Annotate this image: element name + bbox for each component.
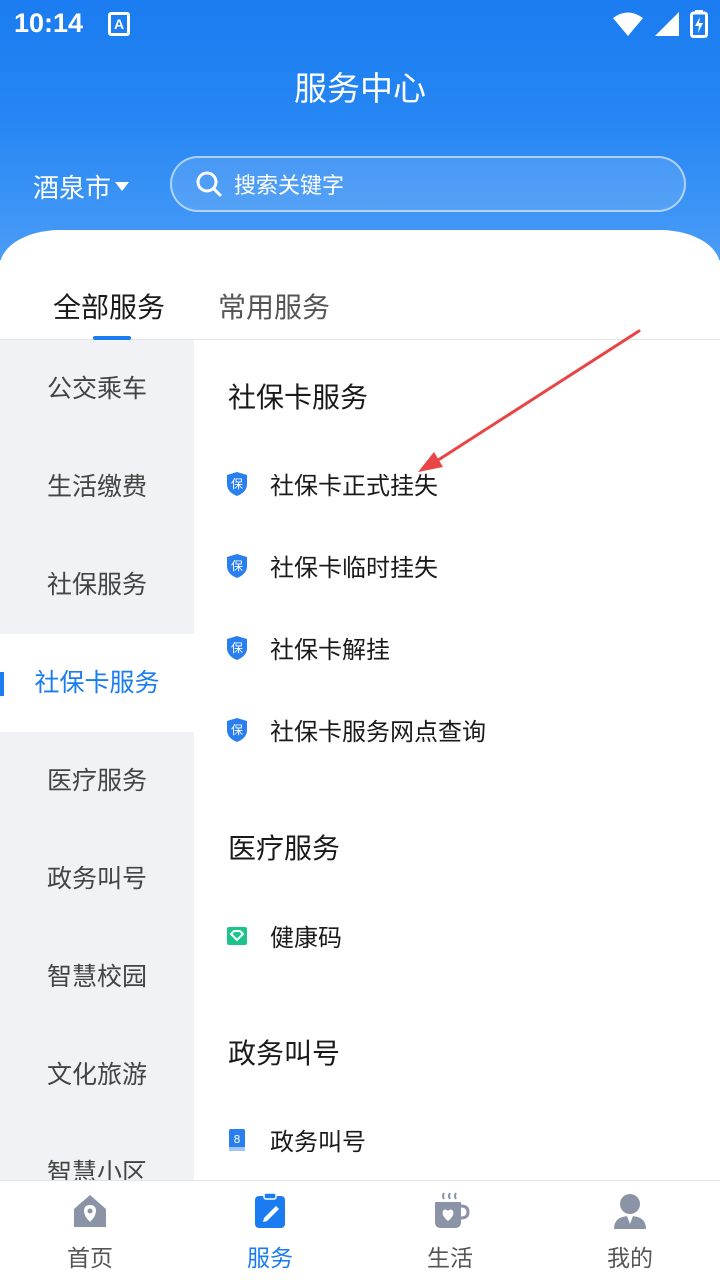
- service-item[interactable]: 保 社保卡服务网点查询: [226, 712, 486, 747]
- sidebar-item-smart-campus[interactable]: 智慧校园: [0, 928, 194, 1026]
- app-notification-icon: A: [108, 12, 130, 36]
- city-label: 酒泉市: [33, 174, 112, 204]
- service-label: 社保卡临时挂失: [270, 554, 438, 582]
- user-profile-icon: [614, 1194, 646, 1229]
- section-title: 社保卡服务: [228, 381, 369, 414]
- search-icon: [196, 171, 222, 197]
- service-item[interactable]: 保 社保卡临时挂失: [226, 548, 438, 583]
- section-title: 医疗服务: [228, 832, 341, 865]
- service-item[interactable]: 保 社保卡正式挂失: [226, 466, 438, 501]
- service-item[interactable]: 保 社保卡解挂: [226, 630, 390, 665]
- svg-text:保: 保: [231, 723, 243, 737]
- sidebar-item-social-security-card[interactable]: 社保卡服务: [0, 634, 194, 732]
- sidebar-item-medical[interactable]: 医疗服务: [0, 732, 194, 830]
- shield-bao-icon: 保: [227, 553, 247, 578]
- sidebar-item-smart-community[interactable]: 智慧小区: [0, 1124, 194, 1180]
- nav-life[interactable]: 生活: [390, 1191, 510, 1273]
- shield-bao-icon: 保: [227, 717, 247, 742]
- nav-home-label: 首页: [67, 1246, 113, 1272]
- sidebar-item-bus[interactable]: 公交乘车: [0, 340, 194, 438]
- service-label: 政务叫号: [270, 1128, 366, 1156]
- caret-down-icon: [115, 182, 130, 191]
- service-item[interactable]: 健康码: [226, 918, 342, 953]
- nav-mine-label: 我的: [607, 1246, 653, 1272]
- battery-icon: [690, 10, 708, 38]
- service-label: 社保卡服务网点查询: [270, 718, 486, 746]
- service-clipboard-icon: [255, 1192, 285, 1228]
- nav-service[interactable]: 服务: [210, 1191, 330, 1273]
- service-label: 社保卡正式挂失: [270, 472, 438, 500]
- city-selector[interactable]: 酒泉市: [33, 168, 130, 205]
- sidebar-item-culture-tourism[interactable]: 文化旅游: [0, 1026, 194, 1124]
- service-tabs: 全部服务 常用服务: [0, 250, 720, 340]
- service-item[interactable]: 8 政务叫号: [226, 1122, 366, 1157]
- home-icon: [74, 1195, 106, 1227]
- sidebar-item-queue[interactable]: 政务叫号: [0, 830, 194, 928]
- tab-all-services[interactable]: 全部服务: [53, 286, 165, 326]
- bottom-nav: 首页 服务 生活 我的: [0, 1180, 720, 1280]
- tab-common-services[interactable]: 常用服务: [218, 286, 330, 326]
- service-label: 健康码: [270, 924, 342, 952]
- nav-mine[interactable]: 我的: [570, 1191, 690, 1273]
- shield-bao-icon: 保: [227, 635, 247, 660]
- service-label: 社保卡解挂: [270, 636, 390, 664]
- status-time: 10:14: [14, 8, 84, 38]
- coffee-cup-icon: [435, 1192, 470, 1228]
- status-bar: 10:14 A: [0, 0, 720, 50]
- sidebar-item-utility-payment[interactable]: 生活缴费: [0, 438, 194, 536]
- search-box[interactable]: 搜索关键字: [170, 156, 686, 212]
- status-icons: [612, 10, 708, 38]
- signal-icon: [655, 12, 679, 36]
- svg-text:保: 保: [231, 477, 243, 491]
- nav-home[interactable]: 首页: [30, 1191, 150, 1273]
- sidebar-item-social-security[interactable]: 社保服务: [0, 536, 194, 634]
- svg-text:8: 8: [234, 1133, 241, 1146]
- category-sidebar: 公交乘车 生活缴费 社保服务 社保卡服务 医疗服务 政务叫号 智慧校园 文化旅游…: [0, 340, 194, 1180]
- nav-life-label: 生活: [427, 1246, 473, 1272]
- shield-bao-icon: 保: [227, 471, 247, 496]
- svg-text:保: 保: [231, 641, 243, 655]
- svg-text:保: 保: [231, 559, 243, 573]
- health-code-icon: [227, 926, 247, 945]
- nav-service-label: 服务: [247, 1246, 293, 1272]
- page-title: 服务中心: [294, 69, 426, 108]
- wifi-icon: [613, 12, 643, 36]
- queue-ticket-icon: 8: [229, 1128, 245, 1151]
- section-title: 政务叫号: [228, 1037, 341, 1070]
- search-placeholder: 搜索关键字: [234, 174, 345, 199]
